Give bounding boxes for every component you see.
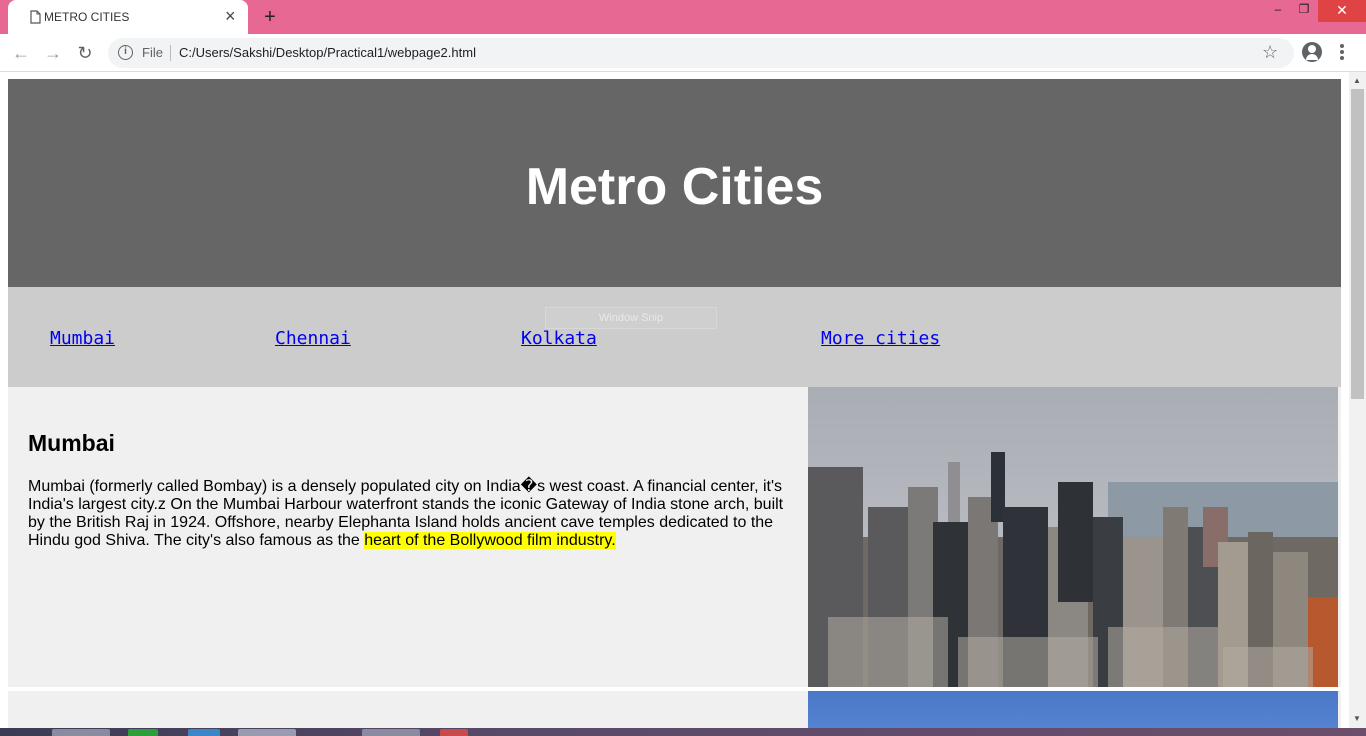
nav-link-more-cities[interactable]: More cities	[821, 328, 940, 349]
scroll-up-icon[interactable]: ▲	[1353, 76, 1361, 85]
forward-arrow-icon[interactable]: →	[42, 42, 64, 64]
highlighted-text: heart of the Bollywood film industry.	[364, 532, 616, 549]
page-viewport: Metro Cities Mumbai Chennai Kolkata More…	[0, 72, 1349, 728]
scroll-thumb[interactable]	[1351, 89, 1364, 399]
minimize-button[interactable]: ‒	[1264, 2, 1292, 24]
page-scrollbar[interactable]: ▲ ▼	[1349, 72, 1366, 728]
back-arrow-icon[interactable]: ←	[10, 42, 32, 64]
taskbar-app-3[interactable]	[188, 729, 220, 736]
info-icon[interactable]: i	[118, 45, 133, 60]
os-taskbar	[0, 728, 1366, 736]
scroll-down-icon[interactable]: ▼	[1353, 714, 1361, 723]
document-icon	[30, 10, 41, 24]
account-icon[interactable]	[1302, 42, 1322, 62]
maximize-button[interactable]: ❐	[1290, 2, 1318, 24]
reload-icon[interactable]: ↻	[74, 42, 96, 64]
taskbar-app-6[interactable]	[440, 729, 468, 736]
file-label: File	[142, 45, 163, 60]
browser-toolbar: ← → ↻ i File C:/Users/Sakshi/Desktop/Pra…	[0, 34, 1366, 72]
taskbar-app-chrome[interactable]	[238, 729, 296, 736]
url-text[interactable]: C:/Users/Sakshi/Desktop/Practical1/webpa…	[179, 45, 476, 60]
nav-link-chennai[interactable]: Chennai	[275, 328, 351, 349]
page-title: Metro Cities	[525, 158, 824, 216]
nav-link-kolkata[interactable]: Kolkata	[521, 328, 597, 349]
tab-strip: METRO CITIES × + ‒ ❐ ✕	[0, 0, 1366, 34]
window-snip-overlay: Window Snip	[545, 307, 717, 329]
bookmark-star-icon[interactable]: ☆	[1262, 42, 1278, 63]
tab-close-icon[interactable]: ×	[225, 7, 236, 25]
taskbar-app-2[interactable]	[128, 729, 158, 736]
divider	[170, 45, 171, 61]
browser-tab[interactable]: METRO CITIES ×	[8, 0, 248, 34]
kebab-menu-icon[interactable]	[1340, 44, 1344, 60]
section-heading: Mumbai	[28, 430, 115, 456]
city-skyline-image	[808, 387, 1338, 687]
page-header: Metro Cities	[8, 79, 1341, 287]
new-tab-button[interactable]: +	[258, 5, 282, 29]
next-city-image	[808, 691, 1338, 728]
address-bar[interactable]: i File C:/Users/Sakshi/Desktop/Practical…	[108, 38, 1294, 68]
taskbar-app-1[interactable]	[52, 729, 110, 736]
city-section-next	[8, 691, 1341, 728]
nav-link-mumbai[interactable]: Mumbai	[50, 328, 115, 349]
tab-title: METRO CITIES	[44, 10, 130, 24]
close-window-button[interactable]: ✕	[1318, 0, 1366, 22]
city-nav: Mumbai Chennai Kolkata More cities Windo…	[8, 287, 1341, 387]
section-description: Mumbai (formerly called Bombay) is a den…	[28, 478, 794, 550]
city-section-mumbai: Mumbai Mumbai (formerly called Bombay) i…	[8, 387, 1341, 687]
taskbar-app-5[interactable]	[362, 729, 420, 736]
